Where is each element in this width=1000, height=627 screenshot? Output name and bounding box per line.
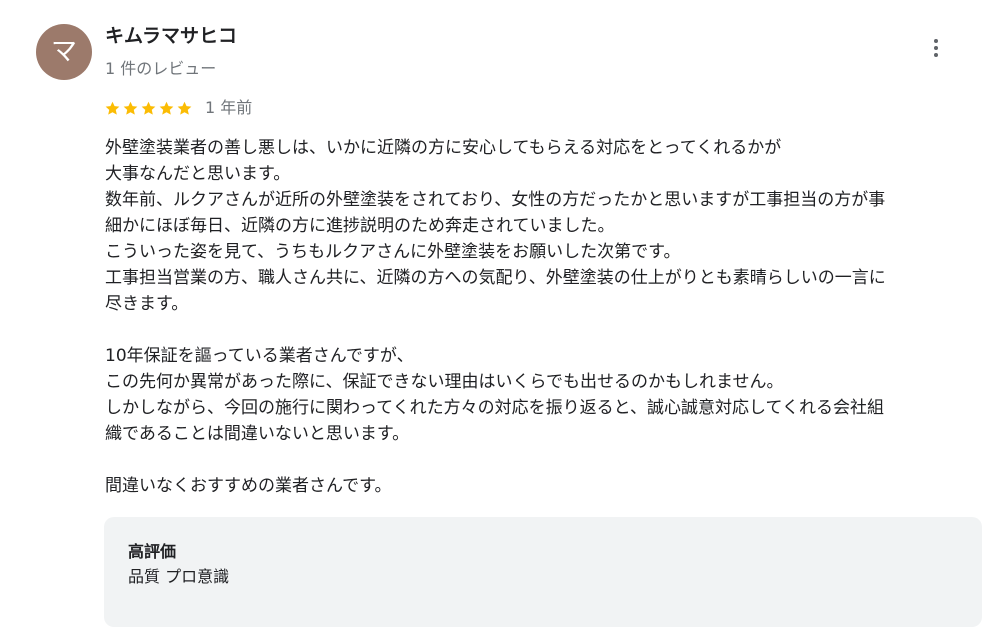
- review-text: 外壁塗装業者の善し悪しは、いかに近隣の方に安心してもらえる対応をとってくれるかが…: [105, 135, 985, 499]
- review-text-line: 10年保証を謳っている業者さんですが、: [105, 346, 414, 366]
- highlights-card: 高評価 品質 プロ意識: [104, 517, 982, 627]
- avatar[interactable]: マ: [36, 24, 92, 80]
- review-text-line: こういった姿を見て、うちもルクアさんに外壁塗装をお願いした次第です。: [105, 242, 681, 262]
- review-text-line: 尽きます。: [105, 294, 189, 314]
- reviewer-name[interactable]: キムラマサヒコ: [105, 24, 237, 48]
- star-rating: [104, 100, 193, 117]
- review-text-line: 織であることは間違いないと思います。: [105, 424, 410, 444]
- reviewer-review-count: 1 件のレビュー: [105, 59, 217, 78]
- star-icon: [176, 100, 193, 117]
- review-text-line: [105, 317, 985, 343]
- rating-row: 1 年前: [104, 96, 252, 120]
- star-icon: [104, 100, 121, 117]
- more-vert-icon-dot: [934, 46, 938, 50]
- more-vert-icon: [934, 39, 938, 43]
- star-icon: [140, 100, 157, 117]
- highlights-items: 品質 プロ意識: [128, 567, 230, 586]
- more-options-button[interactable]: [920, 32, 952, 64]
- more-vert-icon-dot: [934, 53, 938, 57]
- review-text-line: [105, 447, 985, 473]
- review-text-line: 細かにほぼ毎日、近隣の方に進捗説明のため奔走されていました。: [105, 216, 615, 236]
- review-date: 1 年前: [205, 98, 253, 117]
- review-text-line: 大事なんだと思います。: [105, 164, 291, 184]
- review-text-line: 間違いなくおすすめの業者さんです。: [105, 476, 392, 496]
- review-text-line: 工事担当営業の方、職人さん共に、近隣の方への気配り、外壁塗装の仕上がりとも素晴ら…: [105, 268, 886, 288]
- review-text-line: しかしながら、今回の施行に関わってくれた方々の対応を振り返ると、誠心誠意対応して…: [105, 398, 884, 418]
- review-text-line: 外壁塗装業者の善し悪しは、いかに近隣の方に安心してもらえる対応をとってくれるかが: [105, 138, 782, 158]
- review-text-line: この先何か異常があった際に、保証できない理由はいくらでも出せるのかもしれません。: [105, 372, 784, 392]
- star-icon: [122, 100, 139, 117]
- star-icon: [158, 100, 175, 117]
- review-text-line: 数年前、ルクアさんが近所の外壁塗装をされており、女性の方だったかと思いますが工事…: [105, 190, 886, 210]
- avatar-initial: マ: [50, 37, 77, 67]
- highlights-title: 高評価: [128, 542, 177, 561]
